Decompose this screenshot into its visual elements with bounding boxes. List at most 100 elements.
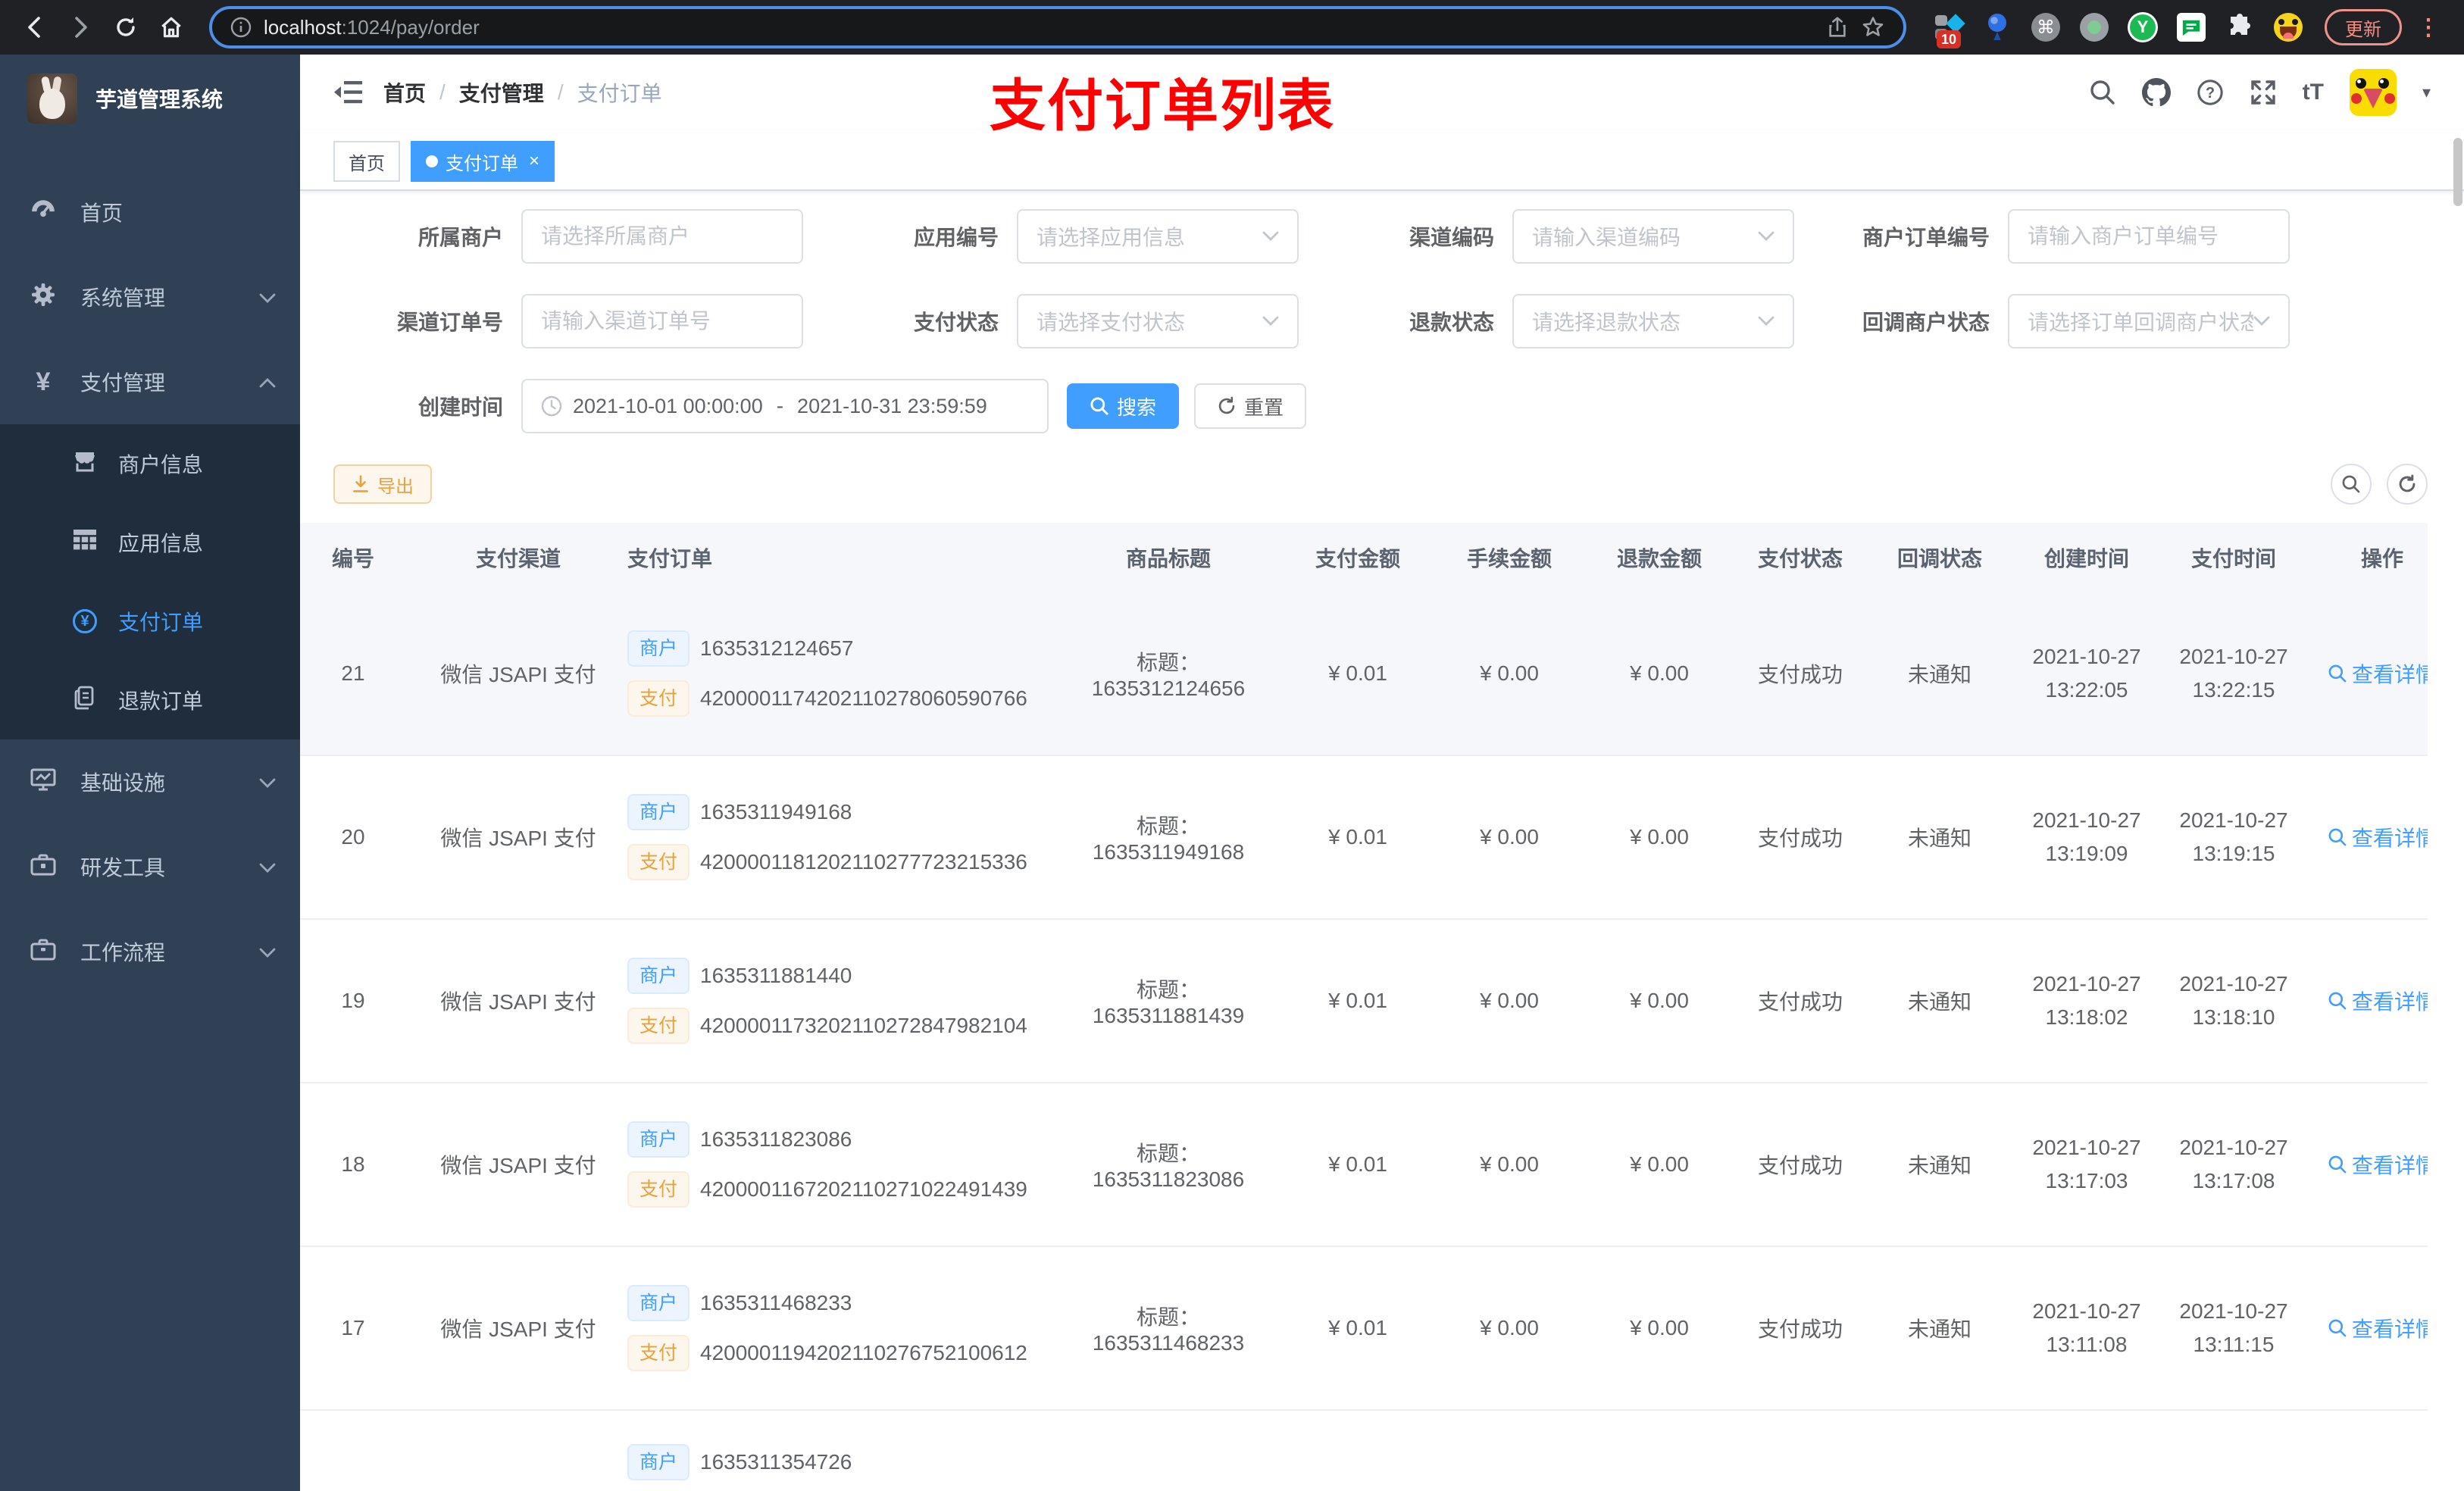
- extensions-puzzle-icon[interactable]: [2225, 12, 2255, 42]
- select-placeholder: 请选择应用信息: [1037, 226, 1186, 249]
- extension-command-icon[interactable]: ⌘: [2031, 12, 2061, 42]
- sidebar-item-home[interactable]: 首页: [0, 170, 300, 255]
- share-icon[interactable]: [1826, 16, 1849, 39]
- refresh-table-button[interactable]: [2387, 464, 2428, 505]
- navbar-actions: ? tT ▾: [2089, 69, 2431, 116]
- sidebar-item-app-info[interactable]: 应用信息: [0, 503, 300, 582]
- notify-status: 未通知: [1867, 1083, 2012, 1247]
- view-detail-link[interactable]: 查看详情: [2328, 1149, 2428, 1180]
- merchant-input-field[interactable]: [541, 224, 783, 248]
- breadcrumb-home[interactable]: 首页: [383, 77, 426, 108]
- breadcrumb-section[interactable]: 支付管理: [459, 77, 544, 108]
- order-id: 19: [300, 919, 421, 1083]
- browser-update-button[interactable]: 更新: [2325, 9, 2402, 45]
- fee-amount: ¥ 0.00: [1434, 1083, 1585, 1247]
- date-range-input[interactable]: 2021-10-01 00:00:00 - 2021-10-31 23:59:5…: [521, 379, 1049, 433]
- sidebar-item-system[interactable]: 系统管理: [0, 255, 300, 339]
- tab-close-icon[interactable]: ×: [529, 151, 539, 172]
- view-detail-link[interactable]: 查看详情: [2328, 986, 2428, 1016]
- pay-tag: 支付: [627, 1008, 690, 1044]
- filter-row-1: 所属商户 应用编号 请选择应用信息 渠道编码 请输入渠道编码: [333, 209, 2428, 264]
- pay-channel: 微信 JSAPI 支付: [421, 592, 615, 756]
- tab-home[interactable]: 首页: [333, 141, 400, 182]
- refund-status-select[interactable]: 请选择退款状态: [1512, 294, 1794, 349]
- select-placeholder: 请选择支付状态: [1037, 311, 1186, 334]
- merchant-order-no-input[interactable]: [2008, 209, 2290, 264]
- view-detail-link[interactable]: 查看详情: [2328, 658, 2428, 689]
- browser-forward-button[interactable]: [61, 8, 100, 47]
- sidebar-item-label: 退款订单: [118, 689, 204, 713]
- pay-order-cell: 商户 1635312124657 支付 4200001174202110278060…: [615, 592, 1055, 756]
- col-header-fee: 手续金额: [1434, 523, 1585, 592]
- created-time: 2021-10-27 13:17:03: [2012, 1083, 2161, 1247]
- merchant-order-no: 1635311881440: [700, 964, 852, 987]
- font-size-icon[interactable]: tT: [2303, 80, 2324, 105]
- tab-label: 首页: [349, 153, 385, 174]
- url-bar[interactable]: localhost:1024/pay/order: [209, 6, 1906, 48]
- page-scrollbar[interactable]: [2453, 138, 2462, 206]
- filter-refund-status: 退款状态 请选择退款状态: [1324, 294, 1820, 349]
- bookmark-star-icon[interactable]: [1861, 15, 1885, 39]
- channel-order-no-input[interactable]: [521, 294, 803, 349]
- extension-record-icon[interactable]: [2079, 12, 2109, 42]
- pay-status-select[interactable]: 请选择支付状态: [1017, 294, 1299, 349]
- active-tab-dot: [426, 155, 438, 167]
- chevron-up-icon: [259, 370, 276, 394]
- pay-amount: ¥ 0.01: [1282, 1246, 1434, 1411]
- search-icon[interactable]: [2089, 79, 2116, 106]
- merchant-tag: 商户: [627, 1444, 690, 1480]
- filter-channel-code: 渠道编码 请输入渠道编码: [1324, 209, 1820, 264]
- filter-label: 支付状态: [913, 311, 999, 334]
- extension-blue-diamond-icon[interactable]: 10: [1934, 12, 1965, 48]
- sidebar-item-refund-order[interactable]: 退款订单: [0, 661, 300, 739]
- sidebar-item-payment[interactable]: ¥ 支付管理: [0, 339, 300, 424]
- sidebar-item-pay-order[interactable]: ¥ 支付订单: [0, 582, 300, 661]
- channel-order-no-field[interactable]: [541, 309, 783, 333]
- sidebar-item-infrastructure[interactable]: 基础设施: [0, 739, 300, 824]
- toggle-search-button[interactable]: [2331, 464, 2372, 505]
- help-icon[interactable]: ?: [2197, 79, 2224, 106]
- pay-order-no: 4200001173202110272847982104: [700, 1014, 1027, 1037]
- merchant-input[interactable]: [521, 209, 803, 264]
- fullscreen-icon[interactable]: [2250, 79, 2277, 106]
- pay-channel: 微信 JSAPI 支付: [421, 1246, 615, 1411]
- app-id-select[interactable]: 请选择应用信息: [1017, 209, 1299, 264]
- user-avatar[interactable]: [2349, 69, 2397, 116]
- search-button[interactable]: 搜索: [1067, 383, 1180, 429]
- profile-emoji-icon[interactable]: [2273, 12, 2303, 42]
- avatar-caret-icon[interactable]: ▾: [2422, 83, 2431, 102]
- tab-pay-order[interactable]: 支付订单 ×: [411, 141, 555, 182]
- download-icon: [353, 475, 368, 492]
- sidebar-item-dev-tools[interactable]: 研发工具: [0, 824, 300, 909]
- search-button-label: 搜索: [1117, 395, 1157, 419]
- channel-code-select[interactable]: 请输入渠道编码: [1512, 209, 1794, 264]
- browser-home-button[interactable]: [152, 8, 191, 47]
- browser-menu-button[interactable]: ⋮: [2408, 14, 2449, 41]
- browser-back-button[interactable]: [15, 8, 55, 47]
- orders-table-wrap: 编号 支付渠道 支付订单 商品标题 支付金额 手续金额 退款金额 支付状态 回调…: [300, 523, 2428, 1491]
- created-time: 2021-10-27 13:11:08: [2012, 1246, 2161, 1411]
- col-header-created: 创建时间: [2012, 523, 2161, 592]
- sidebar-item-merchant-info[interactable]: 商户信息: [0, 424, 300, 503]
- notify-status-select[interactable]: 请选择订单回调商户状态: [2008, 294, 2290, 349]
- browser-reload-button[interactable]: [106, 8, 145, 47]
- extension-y-logo-icon[interactable]: Y: [2128, 12, 2158, 42]
- date-separator: -: [776, 394, 784, 417]
- extension-balloon-icon[interactable]: [1982, 12, 2012, 42]
- pay-status: 支付成功: [1734, 755, 1867, 920]
- sidebar-item-workflow[interactable]: 工作流程: [0, 909, 300, 994]
- gear-icon: [30, 283, 56, 312]
- view-detail-link[interactable]: 查看详情: [2328, 1313, 2428, 1343]
- extension-chat-icon[interactable]: [2176, 12, 2206, 42]
- export-button[interactable]: 导出: [333, 464, 432, 504]
- filter-label: 回调商户状态: [1862, 311, 1990, 334]
- sidebar-collapse-icon[interactable]: [333, 80, 362, 105]
- table-row: 18 微信 JSAPI 支付 商户 1635311823086 支付 4200001…: [300, 1083, 2428, 1247]
- app-logo-row[interactable]: 芋道管理系统: [0, 55, 300, 142]
- paid-time: 2021-10-27 13:17:08: [2161, 1083, 2306, 1247]
- merchant-order-no-field[interactable]: [2028, 224, 2270, 248]
- github-icon[interactable]: [2141, 78, 2171, 107]
- reset-button[interactable]: 重置: [1194, 383, 1307, 429]
- view-detail-link[interactable]: 查看详情: [2328, 822, 2428, 852]
- site-info-icon[interactable]: [230, 17, 252, 38]
